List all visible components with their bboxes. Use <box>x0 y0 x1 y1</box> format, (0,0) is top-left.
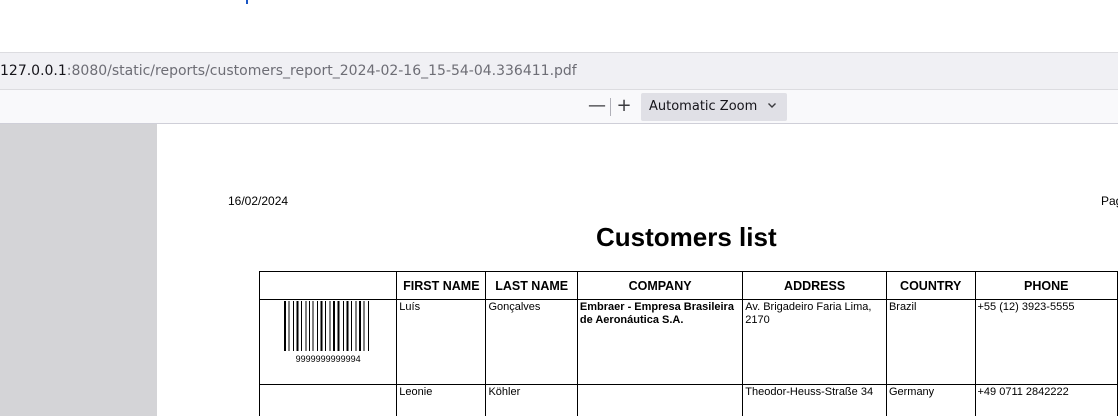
company-cell <box>576 384 744 416</box>
zoom-separator <box>610 98 611 116</box>
header-company: COMPANY <box>576 271 744 300</box>
table-row: Leonie Köhler Theodor-Heuss-Straße 34 Ge… <box>258 384 1118 416</box>
header-phone: PHONE <box>974 271 1118 300</box>
zoom-in-button[interactable]: + <box>613 94 635 118</box>
table-row: 9999999999994 Luís Gonçalves Embraer - E… <box>258 299 1118 385</box>
url-path: :8080/static/reports/customers_report_20… <box>66 63 577 79</box>
barcode-cell <box>258 384 398 416</box>
top-area <box>0 0 1118 52</box>
report-date: 16/02/2024 <box>228 194 289 208</box>
customers-table: FIRST NAME LAST NAME COMPANY ADDRESS COU… <box>258 271 1118 416</box>
first-name-cell: Luís <box>396 299 487 385</box>
last-name-cell: Köhler <box>485 384 578 416</box>
company-cell: Embraer - Empresa Brasileira de Aeronáut… <box>576 299 744 385</box>
header-last-name: LAST NAME <box>485 271 578 300</box>
header-first-name: FIRST NAME <box>396 271 487 300</box>
phone-cell: +55 (12) 3923-5555 <box>974 299 1118 385</box>
chevron-down-icon <box>768 103 776 108</box>
zoom-select[interactable]: Automatic Zoom <box>641 93 787 121</box>
pdf-toolbar: — + Automatic Zoom <box>0 90 1118 124</box>
pdf-page: 16/02/2024 Pag Customers list FIRST NAME… <box>157 124 1118 416</box>
url-host: 127.0.0.1 <box>0 63 67 79</box>
url-text[interactable]: 127.0.0.1:8080/static/reports/customers_… <box>0 63 577 79</box>
phone-cell: +49 0711 2842222 <box>974 384 1118 416</box>
barcode-image <box>284 301 370 351</box>
zoom-select-value: Automatic Zoom <box>649 99 758 114</box>
page-number: Pag <box>1101 194 1118 208</box>
report-title: Customers list <box>596 222 777 252</box>
last-name-cell: Gonçalves <box>485 299 578 385</box>
address-bar[interactable]: 127.0.0.1:8080/static/reports/customers_… <box>0 52 1118 90</box>
header-address: ADDRESS <box>742 271 887 300</box>
table-header-row: FIRST NAME LAST NAME COMPANY ADDRESS COU… <box>258 271 1118 300</box>
country-cell: Germany <box>885 384 976 416</box>
header-barcode <box>258 271 398 300</box>
barcode-number: 9999999999994 <box>295 354 361 364</box>
text-cursor <box>246 0 248 4</box>
zoom-out-button[interactable]: — <box>586 94 608 118</box>
country-cell: Brazil <box>885 299 976 385</box>
barcode-cell: 9999999999994 <box>258 299 398 385</box>
first-name-cell: Leonie <box>396 384 487 416</box>
address-cell: Theodor-Heuss-Straße 34 <box>742 384 887 416</box>
address-cell: Av. Brigadeiro Faria Lima, 2170 <box>742 299 887 385</box>
header-country: COUNTRY <box>885 271 976 300</box>
